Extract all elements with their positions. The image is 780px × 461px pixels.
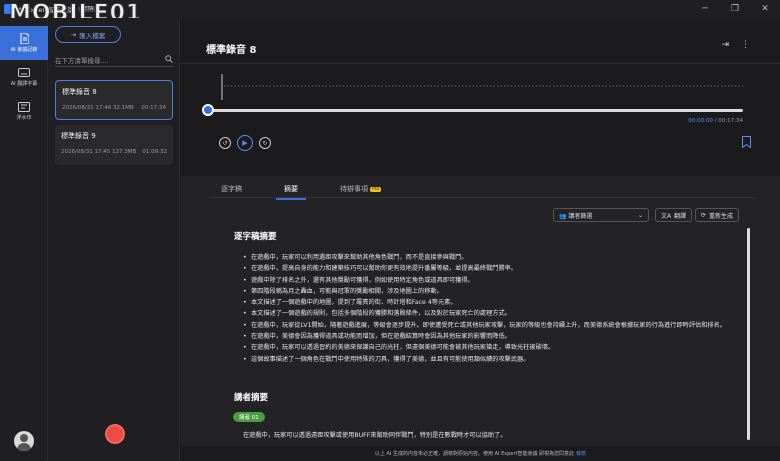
close-button[interactable]: ✕: [750, 0, 780, 18]
recording-card[interactable]: 標準錄音 8 2026/08/31 17:46 32.1MB 00:17:34: [55, 80, 173, 120]
window-controls: ─ ❐ ✕: [690, 0, 780, 18]
bookmark-icon[interactable]: [742, 136, 751, 150]
rail-item-label: AI 會議記錄: [10, 47, 38, 53]
search-input[interactable]: 在下方清單搜尋....: [55, 53, 173, 67]
nav-rail: AI 會議記錄 AI 翻譯字幕 浮水印: [0, 18, 48, 461]
speaker-summary-title: 講者摘要: [234, 393, 269, 403]
list-item: 在遊戲中，玩家從LV1開始，隨著遊戲進展，等級會逐步提升。即使遭受死亡或其他玩家…: [243, 320, 733, 332]
list-item: 第四階段稱為月之轟血，可能與冠軍的獎勵相關，涉及地圖上的移動。: [243, 286, 733, 298]
recording-duration: 01:09:32: [142, 149, 167, 155]
play-icon[interactable]: ▶: [237, 135, 253, 151]
translate-button[interactable]: 文A 翻譯: [655, 208, 693, 222]
rail-item-label: AI 翻譯字幕: [10, 81, 38, 87]
speaker-summary-text: 在遊戲中，玩家可以透過遠距攻擊或使用BUFF來幫助同伴戰鬥，特別是在數戰時才可以…: [243, 432, 507, 439]
recording-title: 標準錄音 9: [61, 132, 96, 140]
recording-card[interactable]: 標準錄音 9 2026/08/31 17:45 127.3MB 01:09:32: [55, 125, 173, 165]
subtitle-icon: [18, 67, 30, 78]
disclaimer-footer: 以上 AI 生成的內容未必正確，請核對原始內容。使用 AI Expert智能會議…: [181, 446, 780, 461]
current-time: 00:00:00: [688, 118, 713, 124]
search-placeholder: 在下方清單搜尋....: [55, 56, 109, 65]
record-button[interactable]: [105, 424, 125, 444]
progress-track[interactable]: [206, 109, 743, 112]
recording-title: 標準錄音 8: [62, 88, 97, 96]
list-item: 本文描述了一個遊戲中的地圖，提到了羅賓的街、時計塔和Face 4等元素。: [243, 297, 733, 309]
speaker-filter-select[interactable]: 👥 講者篩選 ⌄: [553, 208, 649, 222]
recording-datetime: 2026/08/31 17:45: [61, 149, 111, 155]
recording-list-panel: ⇥ 匯入檔案 在下方清單搜尋.... 標準錄音 8 2026/08/31 17:…: [48, 18, 180, 461]
content-area: 逐字稿 摘要 待辦事項 Pro 👥 講者篩選 ⌄ 文A 翻譯 ⟳ 重新生成 逐字稿…: [181, 176, 780, 461]
speaker-tag: 講者 01: [233, 412, 265, 422]
list-item: 在遊戲中，提高自身的能力和建築技巧可以幫助你更有效地提升番屬等級，並提高最終戰鬥…: [243, 263, 733, 275]
more-menu-icon[interactable]: ⋮: [741, 40, 750, 50]
terms-link[interactable]: 條款: [576, 450, 586, 457]
audio-player: 00:00:00 / 00:17:34 ↺ ▶ ↻: [202, 68, 751, 168]
refresh-icon: ⟳: [701, 211, 707, 219]
recording-duration: 00:17:34: [141, 105, 166, 111]
regenerate-button[interactable]: ⟳ 重新生成: [695, 208, 740, 222]
people-icon: 👥: [559, 212, 567, 220]
list-item: 在遊戲中，玩家可以利用遺距攻擊來幫助其他角色戰鬥，而不是直接參與戰鬥。: [243, 252, 733, 264]
rail-item-label: 浮水印: [16, 115, 32, 121]
rail-item-meeting-notes[interactable]: AI 會議記錄: [0, 26, 48, 60]
minimize-button[interactable]: ─: [690, 0, 720, 18]
summary-list: 在遊戲中，玩家可以利用遺距攻擊來幫助其他角色戰鬥，而不是直接參與戰鬥。 在遊戲中…: [243, 252, 733, 365]
time-readout: 00:00:00 / 00:17:34: [688, 118, 743, 124]
main-panel: 標準錄音 8 ⇥ ⋮ 00:00:00 / 00:17:34 ↺ ▶ ↻ 逐字稿…: [181, 18, 780, 461]
import-file-button[interactable]: ⇥ 匯入檔案: [55, 26, 121, 43]
disclaimer-text: 以上 AI 生成的內容未必正確，請核對原始內容。使用 AI Expert智能會議…: [374, 451, 575, 457]
progress-knob[interactable]: [202, 104, 214, 116]
translate-icon: 文A: [661, 212, 672, 220]
import-icon: ⇥: [70, 30, 77, 39]
avatar[interactable]: [14, 431, 34, 451]
restore-button[interactable]: ❐: [720, 0, 750, 18]
summary-title: 逐字稿摘要: [234, 232, 277, 242]
recording-size: 32.1MB: [113, 105, 134, 111]
forward-icon[interactable]: ↻: [259, 137, 271, 149]
pro-badge: Pro: [370, 186, 382, 192]
rail-item-subtitles[interactable]: AI 翻譯字幕: [0, 60, 48, 94]
document-icon: [18, 33, 30, 44]
search-icon: [165, 54, 173, 65]
list-item: 本文描述了一個遊戲的規則，包括多個階段的獲勝和落敗條件，以及對於玩家死亡的處理方…: [243, 308, 733, 320]
chevron-down-icon: ⌄: [637, 211, 643, 219]
export-icon[interactable]: ⇥: [721, 40, 729, 50]
recording-size: 127.3MB: [112, 149, 137, 155]
rewind-icon[interactable]: ↺: [219, 137, 231, 149]
watermark-icon: [18, 101, 30, 112]
tab-divider: [209, 197, 754, 198]
recording-datetime: 2026/08/31 17:46: [62, 105, 112, 111]
list-item: 這個故事描述了一個角色在戰鬥中使用特殊的刀具，獲得了美德，並且有可能使用類似績的…: [243, 354, 733, 366]
total-time: 00:17:34: [718, 118, 743, 124]
list-item: 在遊戲中，玩家可以透過習約的美德來保護自己的光柱，但遠個美德可能會被其他玩家搶走…: [243, 342, 733, 354]
list-item: 遊戲中除了排名之外，還有其他獎勵可獲得，例如使用特定角色或道具即可獲得。: [243, 275, 733, 287]
scrollbar[interactable]: [747, 228, 750, 440]
import-label: 匯入檔案: [79, 31, 106, 40]
divider: [181, 63, 780, 64]
list-item: 在遊戲中，美德會因為獲得道具或功能而增加，但在遊戲結算時會因為其他玩家的影響而降…: [243, 331, 733, 343]
rail-item-watermark[interactable]: 浮水印: [0, 94, 48, 128]
waveform: [221, 74, 743, 100]
page-title: 標準錄音 8: [206, 45, 257, 56]
